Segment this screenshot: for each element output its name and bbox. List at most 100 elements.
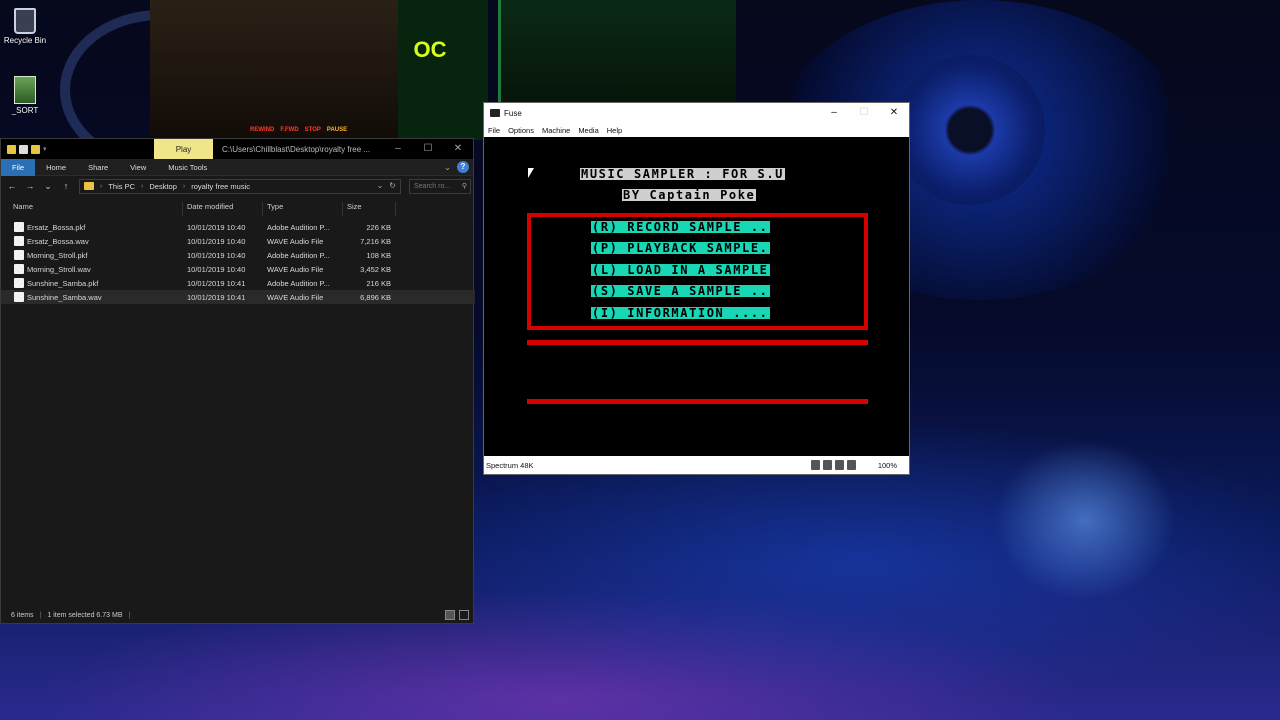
wallpaper-rewind-label: REWIND: [250, 127, 275, 133]
menu-option-information[interactable]: (I) INFORMATION ....: [591, 307, 770, 319]
chevron-right-icon[interactable]: ›: [100, 183, 102, 190]
file-size: 6,896 KB: [360, 293, 391, 302]
menu-help[interactable]: Help: [607, 126, 622, 135]
recycle-bin-icon: [14, 8, 36, 34]
file-type: WAVE Audio File: [267, 293, 324, 302]
column-type[interactable]: Type: [267, 202, 283, 211]
file-date: 10/01/2019 10:40: [187, 265, 246, 274]
fuse-titlebar[interactable]: Fuse – ☐ ✕: [484, 103, 909, 123]
file-date: 10/01/2019 10:41: [187, 279, 246, 288]
customize-qat-icon[interactable]: ▾: [43, 145, 47, 153]
desktop-icon-label: Recycle Bin: [3, 36, 47, 45]
menu-option-load[interactable]: (L) LOAD IN A SAMPLE: [591, 264, 770, 276]
explorer-titlebar[interactable]: ▾ Play C:\Users\Chillblast\Desktop\royal…: [1, 139, 473, 159]
close-icon[interactable]: ✕: [443, 139, 473, 159]
menu-option-playback[interactable]: (P) PLAYBACK SAMPLE.: [591, 242, 770, 254]
maximize-icon[interactable]: ☐: [413, 139, 443, 159]
tab-share[interactable]: Share: [77, 159, 119, 176]
column-headers: Name Date modified Type Size: [1, 200, 475, 216]
desktop-icon-label: _SORT: [11, 106, 39, 115]
properties-icon[interactable]: [19, 144, 28, 154]
search-input[interactable]: Search ro... ⚲: [409, 178, 471, 194]
file-date: 10/01/2019 10:40: [187, 251, 246, 260]
file-icon: [14, 264, 24, 274]
search-icon[interactable]: ⚲: [462, 180, 467, 193]
file-row[interactable]: Ersatz_Bossa.pkf 10/01/2019 10:40 Adobe …: [1, 220, 475, 234]
menu-option-save[interactable]: (S) SAVE A SAMPLE ..: [591, 285, 770, 297]
menu-option-record[interactable]: (R) RECORD SAMPLE ..: [591, 221, 770, 233]
ribbon-tabs: File Home Share View Music Tools ⌄ ?: [1, 158, 473, 176]
file-row-selected[interactable]: Sunshine_Samba.wav 10/01/2019 10:41 WAVE…: [1, 290, 475, 304]
wallpaper-ffwd-label: F.FWD: [280, 127, 299, 133]
menu-machine[interactable]: Machine: [542, 126, 570, 135]
tab-view[interactable]: View: [119, 159, 157, 176]
file-name: Sunshine_Samba.wav: [27, 293, 102, 302]
file-icon: [14, 76, 36, 104]
column-divider[interactable]: [262, 202, 263, 216]
wallpaper-stop-label: STOP: [304, 127, 321, 133]
file-row[interactable]: Morning_Stroll.pkf 10/01/2019 10:40 Adob…: [1, 248, 475, 262]
file-explorer-window: ▾ Play C:\Users\Chillblast\Desktop\royal…: [0, 138, 475, 624]
minimize-icon[interactable]: –: [819, 103, 849, 123]
menu-file[interactable]: File: [488, 126, 500, 135]
file-size: 216 KB: [366, 279, 391, 288]
chevron-right-icon[interactable]: ›: [183, 183, 185, 190]
tab-file[interactable]: File: [1, 158, 36, 176]
tab-music-tools[interactable]: Music Tools: [157, 159, 218, 176]
column-date-modified[interactable]: Date modified: [187, 202, 233, 211]
program-title: MUSIC SAMPLER : FOR S.U: [580, 167, 785, 181]
divider-bar-bottom: [527, 399, 868, 404]
address-bar[interactable]: › This PC › Desktop › royalty free music…: [79, 178, 401, 194]
mouse-icon: [823, 460, 832, 470]
breadcrumb-desktop[interactable]: Desktop: [149, 182, 177, 191]
wallpaper-speaker-cone: [895, 55, 1045, 205]
file-size: 226 KB: [366, 223, 391, 232]
column-divider[interactable]: [182, 202, 183, 216]
file-row[interactable]: Sunshine_Samba.pkf 10/01/2019 10:41 Adob…: [1, 276, 475, 290]
fuse-app-icon: [490, 109, 500, 117]
back-icon[interactable]: ←: [7, 181, 17, 191]
play-contextual-tab[interactable]: Play: [154, 139, 213, 159]
desktop-icon-sort[interactable]: _SORT: [1, 76, 49, 115]
minimize-icon[interactable]: –: [383, 139, 413, 159]
address-dropdown-icon[interactable]: ⌄: [377, 181, 384, 190]
column-size[interactable]: Size: [347, 202, 362, 211]
large-icons-view-icon[interactable]: [459, 610, 469, 620]
new-folder-icon[interactable]: [31, 144, 40, 154]
microdrive-icon: [835, 460, 844, 470]
column-divider[interactable]: [395, 202, 396, 216]
folder-icon: [84, 182, 94, 190]
wallpaper-logo: OC: [413, 37, 447, 62]
help-icon[interactable]: ?: [457, 161, 469, 173]
window-title: C:\Users\Chillblast\Desktop\royalty free…: [222, 145, 371, 154]
mouse-cursor-icon: [528, 168, 534, 178]
up-icon[interactable]: ↑: [61, 181, 71, 191]
spectrum-screen[interactable]: MUSIC SAMPLER : FOR S.U BY Captain Poke …: [484, 138, 909, 457]
file-icon: [14, 250, 24, 260]
file-row[interactable]: Ersatz_Bossa.wav 10/01/2019 10:40 WAVE A…: [1, 234, 475, 248]
file-row[interactable]: Morning_Stroll.wav 10/01/2019 10:40 WAVE…: [1, 262, 475, 276]
desktop-icon-recycle-bin[interactable]: Recycle Bin: [1, 8, 49, 45]
column-name[interactable]: Name: [13, 202, 33, 211]
column-divider[interactable]: [342, 202, 343, 216]
close-icon[interactable]: ✕: [879, 103, 909, 123]
breadcrumb-this-pc[interactable]: This PC: [108, 182, 135, 191]
recent-locations-icon[interactable]: ⌄: [43, 181, 53, 192]
forward-icon[interactable]: →: [25, 181, 35, 191]
status-separator: |: [128, 611, 131, 619]
breadcrumb-folder[interactable]: royalty free music: [191, 182, 250, 191]
program-author: BY Captain Poke: [622, 188, 757, 202]
details-view-icon[interactable]: [445, 610, 455, 620]
fuse-status-bar: Spectrum 48K 100%: [484, 456, 909, 474]
wallpaper-tape-deck: [150, 0, 400, 140]
status-item-count: 6 items: [11, 611, 34, 619]
file-icon: [14, 236, 24, 246]
expand-ribbon-icon[interactable]: ⌄: [444, 163, 451, 172]
menu-options[interactable]: Options: [508, 126, 534, 135]
refresh-icon[interactable]: ↻: [389, 181, 396, 190]
file-type: Adobe Audition P...: [267, 223, 330, 232]
disk-icon: [847, 460, 856, 470]
tab-home[interactable]: Home: [35, 159, 77, 176]
chevron-right-icon[interactable]: ›: [141, 183, 143, 190]
menu-media[interactable]: Media: [578, 126, 598, 135]
